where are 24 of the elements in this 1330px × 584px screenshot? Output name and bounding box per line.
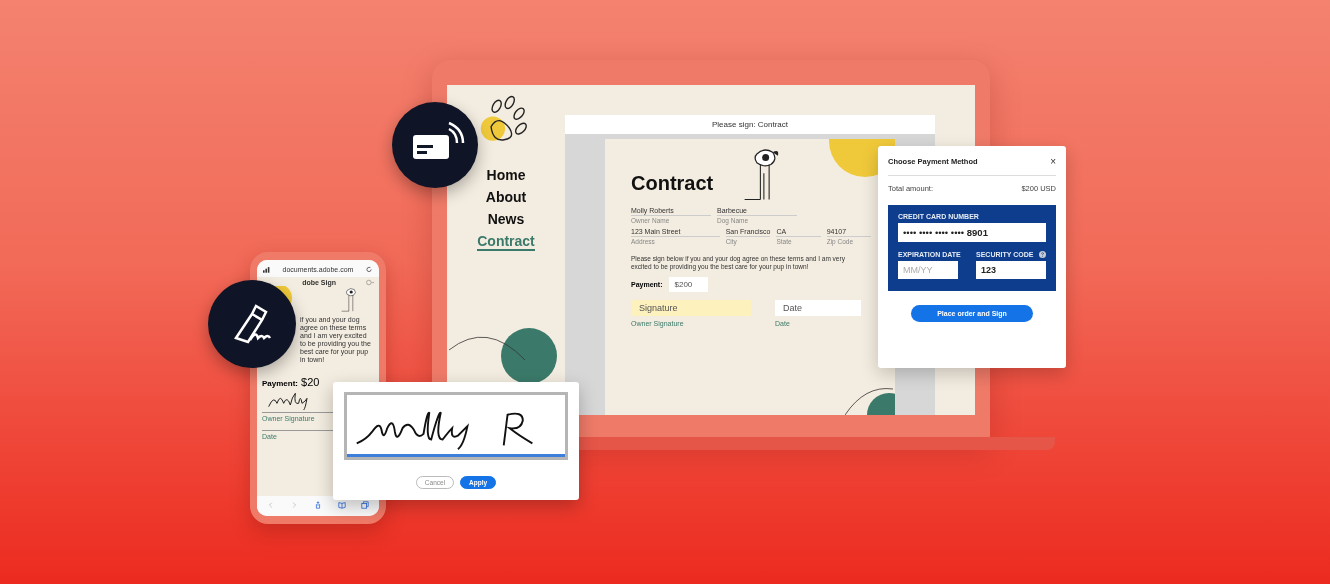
circles-drawing [845,385,895,415]
nav-link[interactable]: News [487,211,525,227]
help-icon[interactable] [1039,251,1046,258]
tabs-icon[interactable] [361,501,370,509]
viewer-title-bar: Please sign: Contract [565,115,935,134]
card-number-field[interactable]: •••• •••• •••• •••• 8901 [898,223,1046,242]
contactless-card-icon [392,102,478,188]
signature-pad[interactable] [344,392,568,460]
contract-heading: Contract [631,172,714,195]
refresh-icon[interactable] [365,266,373,273]
nav-link[interactable]: About [485,189,527,205]
close-button[interactable]: × [1050,156,1056,167]
date-field[interactable]: Date [775,300,861,317]
nav-link[interactable]: Home [486,167,526,183]
nav-link[interactable]: Contract [477,233,535,251]
payment-field[interactable]: $200 [668,277,709,293]
payment-label: Payment: [262,379,298,389]
signature-field[interactable]: Signature [631,300,751,317]
signal-icon [263,266,271,273]
payment-amount: $20 [301,376,320,389]
security-code-field[interactable]: 123 [976,261,1046,279]
pen-signature-icon [208,280,296,368]
book-icon[interactable] [337,501,346,509]
expiration-field[interactable]: MM/YY [898,261,958,279]
